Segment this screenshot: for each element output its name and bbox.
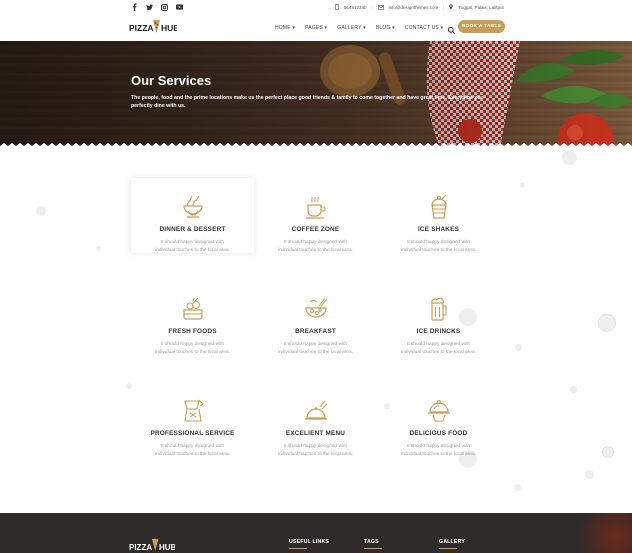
services-section: DINNER & DESSERT It should happy designe…	[0, 148, 632, 513]
service-card[interactable]: BREAKFAST It should happy designed with …	[254, 280, 377, 355]
footer-heading-useful-links: USEFUL LINKS	[289, 539, 329, 549]
service-description: It should happy designed with individual…	[278, 342, 353, 355]
email-address[interactable]: info@designthemes.com	[389, 5, 439, 10]
site-header: PIZZA HUB HOME ▾ PAGES ▾ GALLERY ▾ BLOG …	[0, 14, 632, 41]
phone-number[interactable]: 56491234b	[344, 5, 367, 10]
footer-logo[interactable]: PIZZA HUB	[129, 537, 175, 553]
breakfast-bowl-icon	[304, 296, 328, 322]
service-description: It should happy designed with individual…	[155, 342, 230, 355]
instagram-icon[interactable]	[161, 3, 168, 11]
footer-heading-gallery: GALLERY	[439, 539, 465, 549]
ice-shake-icon	[427, 194, 451, 220]
svg-text:HUB: HUB	[161, 23, 177, 33]
footer-food-image	[552, 513, 632, 553]
dinner-bowl-icon	[181, 194, 205, 220]
social-links	[131, 3, 183, 11]
service-description: It should happy designed with individual…	[278, 240, 353, 253]
decor-bubble	[562, 150, 577, 165]
nav-item-contact[interactable]: CONTACT US ▾	[405, 25, 443, 31]
service-card[interactable]: COFFEE ZONE It should happy designed wit…	[254, 178, 377, 253]
decor-bubble	[520, 183, 525, 188]
service-description: It should happy designed with individual…	[155, 444, 230, 457]
nav-item-gallery[interactable]: GALLERY ▾	[337, 25, 366, 31]
nav-item-blog[interactable]: BLOG ▾	[376, 25, 395, 31]
footer-heading-tags: TAGS	[364, 539, 382, 549]
top-bar: 56491234b | info@designthemes.com | Tugg…	[0, 0, 632, 14]
location-pin-icon	[449, 4, 454, 11]
cloche-icon	[427, 398, 451, 424]
facebook-icon[interactable]	[131, 3, 138, 11]
email-icon	[377, 4, 384, 11]
service-title: COFFEE ZONE	[291, 226, 340, 233]
decor-bubble	[515, 344, 522, 351]
service-description: It should happy designed with individual…	[401, 444, 476, 457]
service-title: BREAKFAST	[295, 328, 336, 335]
pizza-hub-logo[interactable]: PIZZA HUB	[129, 18, 179, 36]
service-card[interactable]: DELICIOUS FOOD It should happy designed …	[377, 382, 500, 457]
banner-description: The people, food and the prime locations…	[131, 95, 484, 109]
nav-item-pages[interactable]: PAGES ▾	[305, 25, 327, 31]
service-title: DELICIOUS FOOD	[409, 430, 468, 437]
fresh-food-icon	[181, 296, 205, 322]
divider: |	[443, 5, 445, 10]
decor-bubble	[514, 484, 521, 491]
page-title: Our Services	[131, 73, 212, 88]
service-description: It should happy designed with individual…	[155, 240, 230, 253]
service-card[interactable]: EXCELIENT MENU It should happy designed …	[254, 382, 377, 457]
service-title: DINNER & DESSERT	[159, 226, 226, 233]
menu-dish-icon	[304, 398, 328, 424]
decor-bubble	[585, 470, 594, 479]
service-title: ICE DRINCKS	[416, 328, 461, 335]
svg-text:PIZZA: PIZZA	[129, 543, 152, 552]
svg-text:PIZZA: PIZZA	[129, 23, 154, 33]
service-card[interactable]: DINNER & DESSERT It should happy designe…	[131, 178, 254, 253]
svg-text:HUB: HUB	[159, 543, 175, 552]
service-description: It should happy designed with individual…	[401, 240, 476, 253]
service-description: It should happy designed with individual…	[401, 342, 476, 355]
youtube-icon[interactable]	[176, 3, 183, 11]
main-nav: HOME ▾ PAGES ▾ GALLERY ▾ BLOG ▾ CONTACT …	[275, 25, 443, 31]
site-footer: PIZZA HUB USEFUL LINKS TAGS GALLERY	[0, 513, 632, 553]
decor-bubble	[570, 386, 577, 393]
location-address: Tuggal, Palais, Lalitpur	[458, 5, 504, 10]
page-banner: Our Services The people, food and the pr…	[0, 41, 632, 148]
service-description: It should happy designed with individual…	[278, 444, 353, 457]
phone-icon	[335, 4, 339, 11]
divider: |	[371, 5, 373, 10]
service-card[interactable]: ICE SHAKES It should happy designed with…	[377, 178, 500, 253]
service-title: ICE SHAKES	[417, 226, 460, 233]
search-icon[interactable]	[447, 22, 456, 34]
twitter-icon[interactable]	[146, 3, 153, 11]
service-title: FRESH FOODS	[168, 328, 217, 335]
service-card[interactable]: FRESH FOODS It should happy designed wit…	[131, 280, 254, 355]
decor-bubble	[598, 314, 616, 332]
coffee-cup-icon	[304, 194, 328, 220]
service-card[interactable]: ICE DRINCKS It should happy designed wit…	[377, 280, 500, 355]
nav-item-home[interactable]: HOME ▾	[275, 25, 295, 31]
decor-bubble	[602, 446, 614, 458]
decor-bubble	[36, 206, 46, 216]
ice-drink-icon	[427, 296, 451, 322]
service-card[interactable]: PROFESSIONAL SERVICE It should happy des…	[131, 382, 254, 457]
book-table-button[interactable]: BOOK A TABLE	[458, 20, 505, 33]
service-title: EXCELIENT MENU	[285, 430, 346, 437]
contact-info: 56491234b | info@designthemes.com | Tugg…	[335, 4, 504, 11]
decor-bubble	[96, 246, 101, 251]
chef-service-icon	[181, 398, 205, 424]
service-title: PROFESSIONAL SERVICE	[150, 430, 235, 437]
